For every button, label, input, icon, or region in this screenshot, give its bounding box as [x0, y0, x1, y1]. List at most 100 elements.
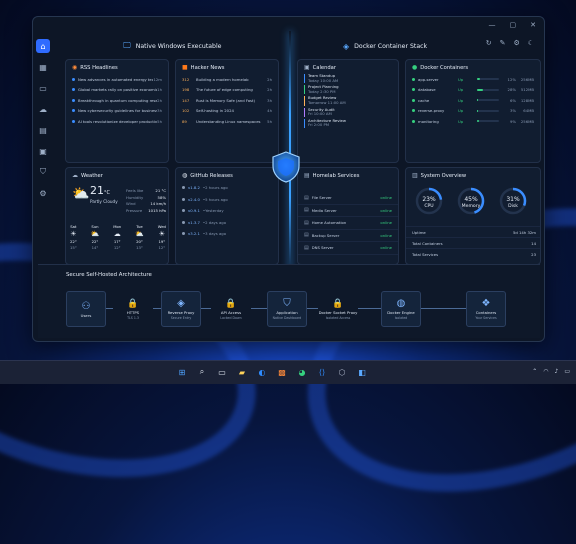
service-row[interactable]: ▤ Backup Server online — [298, 230, 398, 242]
hn-points: 89 — [182, 118, 187, 124]
dashboard-icon[interactable]: ◧ — [355, 365, 369, 379]
temperature: 21°C — [90, 184, 110, 197]
arch-node: 🔒 Docker Socket Proxy Isolated Access — [318, 291, 358, 327]
cloud-icon[interactable]: ☁ — [36, 102, 50, 116]
release-icon — [182, 209, 185, 213]
volume-icon[interactable]: ♪ — [554, 368, 558, 375]
calendar-event[interactable]: Team Standup Today 10:00 AM — [304, 73, 392, 84]
store-icon[interactable]: ▩ — [275, 365, 289, 379]
maximize-button[interactable]: ▢ — [510, 21, 517, 29]
release-icon — [182, 186, 185, 190]
edit-icon[interactable]: ✎ — [500, 39, 506, 47]
grid-icon[interactable]: ▦ — [36, 60, 50, 74]
calendar-title: Calendar — [312, 64, 336, 71]
monitor-icon[interactable]: ▭ — [36, 81, 50, 95]
stat-label: Feels like — [126, 188, 144, 193]
close-button[interactable]: ✕ — [530, 21, 536, 29]
container-row[interactable]: cache Up 6% 128MB — [406, 95, 540, 106]
home-icon[interactable]: ⌂ — [36, 39, 50, 53]
service-row[interactable]: ▤ Media Server online — [298, 205, 398, 217]
cpu-bar-fill — [477, 109, 478, 112]
vscode-icon[interactable]: ⟨⟩ — [315, 365, 329, 379]
hn-item[interactable]: 198 The future of edge computing 2h — [176, 85, 278, 96]
calendar-event[interactable]: Project Planning Today 2:30 PM — [304, 85, 392, 95]
cpu-bar — [477, 88, 499, 91]
minimize-button[interactable]: — — [489, 21, 496, 29]
container-row[interactable]: app-server Up 12% 256MB — [406, 74, 540, 85]
hn-item[interactable]: 102 Self-hosting in 2024 4h — [176, 106, 278, 117]
hn-item[interactable]: 312 Building a modern homelab 2h — [176, 74, 278, 85]
release-row[interactable]: v1.3.7 • 2 days ago — [176, 217, 278, 229]
settings-icon[interactable]: ⚙ — [513, 39, 519, 47]
start-icon[interactable]: ⊞ — [175, 365, 189, 379]
service-row[interactable]: ▤ Home Automation online — [298, 217, 398, 230]
files-icon[interactable]: ▰ — [235, 365, 249, 379]
storage-icon[interactable]: ▤ — [36, 123, 50, 137]
gauge-value: 31% — [506, 196, 520, 203]
settings-icon[interactable]: ⚙ — [36, 186, 50, 200]
container-row[interactable]: database Up 28% 512MB — [406, 85, 540, 96]
rss-item[interactable]: AI tools revolutionize developer product… — [66, 116, 168, 127]
wifi-icon[interactable]: ◠ — [543, 368, 548, 375]
browser-icon[interactable]: ◐ — [255, 365, 269, 379]
chevron-up-icon[interactable]: ⌃ — [532, 368, 537, 375]
flow-arrow — [358, 308, 381, 309]
status-dot — [412, 98, 415, 102]
bullet-icon — [72, 77, 75, 81]
rss-title: RSS Headlines — [80, 64, 118, 71]
headline-text: New cybersecurity guidelines for busines… — [78, 108, 158, 114]
cpu-pct: 3% — [509, 108, 516, 114]
refresh-icon[interactable]: ↻ — [486, 39, 492, 47]
calendar-event[interactable]: Security Audit Fri 10:00 AM — [304, 107, 392, 117]
cpu-pct: 12% — [507, 76, 516, 82]
flow-arrow — [106, 308, 113, 309]
hn-item[interactable]: 147 Rust is Memory Safe (and Fast) 3h — [176, 95, 278, 106]
chrome-icon[interactable]: ◕ — [295, 365, 309, 379]
release-time: 3 days ago — [205, 231, 227, 237]
service-row[interactable]: ▤ File Server online — [298, 192, 398, 205]
headline-time: 12m — [153, 76, 162, 82]
hn-title-text: The future of edge computing — [196, 87, 253, 93]
theme-icon[interactable]: ☾ — [528, 39, 534, 47]
shield-icon[interactable]: ⛉ — [36, 165, 50, 179]
calendar-event[interactable]: Budget Review Tomorrow 11:00 AM — [304, 96, 392, 106]
lock-icon: 🔒 — [127, 298, 139, 309]
container-row[interactable]: reverse-proxy Up 3% 64MB — [406, 106, 540, 117]
app-icon[interactable]: ⬡ — [335, 365, 349, 379]
rss-item[interactable]: New cybersecurity guidelines for busines… — [66, 106, 168, 117]
memory: 128MB — [520, 97, 534, 103]
rss-icon: ◉ — [72, 64, 78, 71]
release-row[interactable]: v0.9.1 • Yesterday — [176, 205, 278, 217]
release-row[interactable]: v2.4.0 • 5 hours ago — [176, 194, 278, 206]
search-icon[interactable]: ⌕ — [195, 365, 209, 379]
release-icon — [182, 220, 185, 224]
container-status: Up — [458, 118, 464, 124]
container-name: reverse-proxy — [418, 108, 445, 114]
hn-points: 312 — [182, 76, 190, 82]
rss-card: ◉ RSS Headlines New advances in automated… — [65, 59, 169, 163]
hn-points: 147 — [182, 97, 190, 103]
release-row[interactable]: v1.8.2 • 2 hours ago — [176, 182, 278, 194]
rss-item[interactable]: New advances in automated energy technol… — [66, 74, 168, 85]
container-row[interactable]: monitoring Up 9% 256MB — [406, 116, 540, 127]
rss-item[interactable]: Global markets rally on positive economi… — [66, 85, 168, 96]
day-low: 13° — [136, 245, 143, 250]
cpu-pct: 9% — [509, 118, 516, 124]
release-row[interactable]: v3.2.1 • 3 days ago — [176, 228, 278, 240]
server-icon: ▤ — [304, 244, 309, 251]
service-row[interactable]: ▤ DNS Server online — [298, 242, 398, 255]
release-version: v2.4.0 — [188, 196, 200, 202]
chart-icon: ▥ — [412, 172, 418, 179]
hn-item[interactable]: 89 Understanding Linux namespaces 5h — [176, 116, 278, 127]
battery-icon[interactable]: ▭ — [564, 368, 570, 375]
headline-text: Breakthrough in quantum computing resear… — [78, 97, 158, 103]
task-view-icon[interactable]: ▭ — [215, 365, 229, 379]
calendar-icon[interactable]: ▣ — [36, 144, 50, 158]
calendar-event[interactable]: Architecture Review Fri 2:00 PM — [304, 118, 392, 128]
cpu-bar-fill — [477, 88, 484, 91]
stat-label: Pressure — [126, 207, 143, 213]
arch-node-sub: Your Services — [475, 316, 497, 320]
rss-item[interactable]: Breakthrough in quantum computing resear… — [66, 95, 168, 106]
docker-icon: ● — [412, 64, 418, 71]
service-status: online — [380, 232, 392, 238]
